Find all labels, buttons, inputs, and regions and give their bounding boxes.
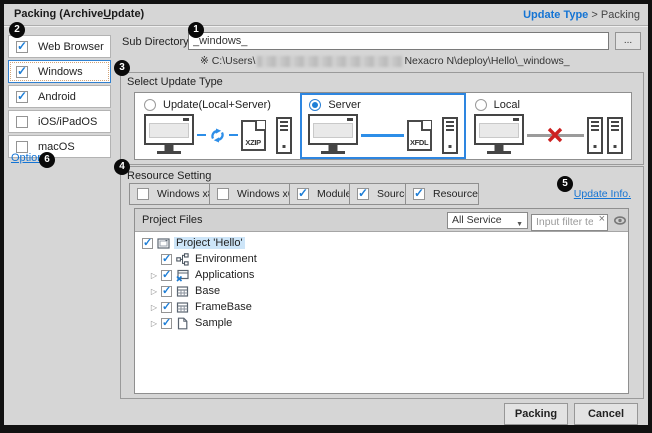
- select-update-type-label: Select Update Type: [127, 76, 223, 88]
- checkbox[interactable]: [161, 286, 172, 297]
- solid-connector: [361, 134, 403, 137]
- tree-item-framebase[interactable]: ▷ FrameBase: [135, 299, 628, 315]
- checkbox[interactable]: [413, 188, 425, 200]
- gear-icon[interactable]: [612, 213, 628, 228]
- sidebar-item-windows[interactable]: Windows: [8, 60, 111, 83]
- check-cell-resource[interactable]: Resource: [405, 183, 479, 205]
- project-files-tree: Project 'Hello' Environment ▷ Applicatio…: [135, 233, 628, 393]
- deploy-path-note: ※ C:\Users\ Nexacro N\deploy\Hello\_wind…: [200, 55, 570, 67]
- environment-icon: [176, 253, 189, 266]
- dialog-title: Packing (ArchiveUpdate): [14, 8, 144, 20]
- resource-setting-label: Resource Setting: [127, 170, 211, 182]
- checkbox[interactable]: [161, 302, 172, 313]
- resource-setting-group: Resource Setting Windows x86 Windows x64…: [120, 166, 644, 399]
- check-cell-windows-x86[interactable]: Windows x86: [129, 183, 210, 205]
- sync-icon: [209, 127, 226, 144]
- breadcrumb-current: Packing: [601, 9, 640, 21]
- update-info-link[interactable]: Update Info.: [574, 188, 631, 200]
- server-icon: [442, 117, 458, 154]
- server-icon: [607, 117, 623, 154]
- project-icon: [157, 237, 170, 250]
- checkbox[interactable]: [16, 41, 28, 53]
- browse-button[interactable]: ...: [615, 32, 641, 50]
- sidebar-item-android[interactable]: Android: [8, 85, 111, 108]
- applications-icon: [176, 269, 189, 282]
- update-type-option-server[interactable]: Server XFDL: [300, 93, 465, 159]
- update-type-options-box: Update(Local+Server) XZIP Server: [134, 92, 632, 160]
- select-update-type-group: Select Update Type Update(Local+Server) …: [120, 72, 644, 165]
- service-filter-select[interactable]: All Service ▼: [447, 212, 528, 229]
- checkbox[interactable]: [142, 238, 153, 249]
- xzip-file-icon: XZIP: [241, 120, 266, 151]
- grid-icon: [176, 301, 189, 314]
- step-badge-6: 6: [39, 152, 55, 168]
- clear-filter-icon[interactable]: ×: [599, 213, 605, 225]
- step-badge-5: 5: [557, 176, 573, 192]
- dashed-connector: [197, 134, 206, 136]
- check-cell-module[interactable]: Module: [289, 183, 350, 205]
- checkbox[interactable]: [161, 254, 172, 265]
- checkbox[interactable]: [137, 188, 149, 200]
- sub-directory-input[interactable]: [188, 32, 609, 50]
- checkbox[interactable]: [16, 66, 28, 78]
- monitor-icon: [144, 114, 194, 156]
- tree-item-environment[interactable]: Environment: [135, 251, 628, 267]
- tree-item-project[interactable]: Project 'Hello': [135, 235, 628, 251]
- radio-local[interactable]: [475, 99, 487, 111]
- resource-check-row: Windows x86 Windows x64 Module Source Re…: [129, 183, 479, 205]
- expander-icon[interactable]: ▷: [147, 303, 161, 312]
- tree-item-base[interactable]: ▷ Base: [135, 283, 628, 299]
- chevron-down-icon: ▼: [516, 217, 523, 232]
- checkbox[interactable]: [297, 188, 309, 200]
- step-badge-4: 4: [114, 159, 130, 175]
- monitor-icon: [308, 114, 358, 156]
- title-separator: [4, 25, 648, 27]
- xfdl-file-icon: XFDL: [407, 120, 432, 151]
- checkbox[interactable]: [16, 91, 28, 103]
- redacted-username: [257, 56, 402, 67]
- monitor-icon: [474, 114, 524, 156]
- expander-icon[interactable]: ▷: [147, 319, 161, 328]
- cancel-button[interactable]: Cancel: [574, 403, 638, 425]
- project-files-header: Project Files All Service ▼ ×: [135, 209, 628, 232]
- radio-update-local-server[interactable]: [144, 99, 156, 111]
- document-icon: [176, 317, 189, 330]
- update-type-option-local[interactable]: Local: [466, 93, 631, 159]
- expander-icon[interactable]: ▷: [147, 287, 161, 296]
- sidebar-item-ios-ipados[interactable]: iOS/iPadOS: [8, 110, 111, 133]
- check-cell-source[interactable]: Source: [349, 183, 406, 205]
- sidebar-item-web-browser[interactable]: Web Browser: [8, 35, 111, 58]
- checkbox[interactable]: [217, 188, 229, 200]
- step-badge-2: 2: [9, 22, 25, 38]
- update-type-option-update[interactable]: Update(Local+Server) XZIP: [135, 93, 300, 159]
- step-badge-1: 1: [188, 22, 204, 38]
- packing-dialog: Packing (ArchiveUpdate) Update Type > Pa…: [4, 4, 648, 425]
- step-badge-3: 3: [114, 60, 130, 76]
- breadcrumb: Update Type > Packing: [523, 9, 640, 21]
- sub-directory-label: Sub Directory: [122, 36, 189, 48]
- tree-item-applications[interactable]: ▷ Applications: [135, 267, 628, 283]
- expander-icon[interactable]: ▷: [147, 271, 161, 280]
- checkbox[interactable]: [16, 141, 28, 153]
- project-files-title: Project Files: [142, 214, 203, 226]
- screenshot-frame: Packing (ArchiveUpdate) Update Type > Pa…: [0, 0, 652, 433]
- red-x-icon: [546, 126, 564, 144]
- filter-input[interactable]: [531, 214, 608, 231]
- server-icon: [276, 117, 292, 154]
- checkbox[interactable]: [161, 318, 172, 329]
- disconnected-connector: [527, 134, 584, 137]
- checkbox[interactable]: [16, 116, 28, 128]
- radio-server[interactable]: [309, 99, 321, 111]
- grid-icon: [176, 285, 189, 298]
- checkbox[interactable]: [357, 188, 369, 200]
- project-files-panel: Project Files All Service ▼ × Project: [134, 208, 629, 394]
- breadcrumb-update-type-link[interactable]: Update Type: [523, 9, 588, 21]
- dashed-connector: [229, 134, 238, 136]
- server-icon: [587, 117, 603, 154]
- tree-item-sample[interactable]: ▷ Sample: [135, 315, 628, 331]
- packing-button[interactable]: Packing: [504, 403, 568, 425]
- checkbox[interactable]: [161, 270, 172, 281]
- check-cell-windows-x64[interactable]: Windows x64: [209, 183, 290, 205]
